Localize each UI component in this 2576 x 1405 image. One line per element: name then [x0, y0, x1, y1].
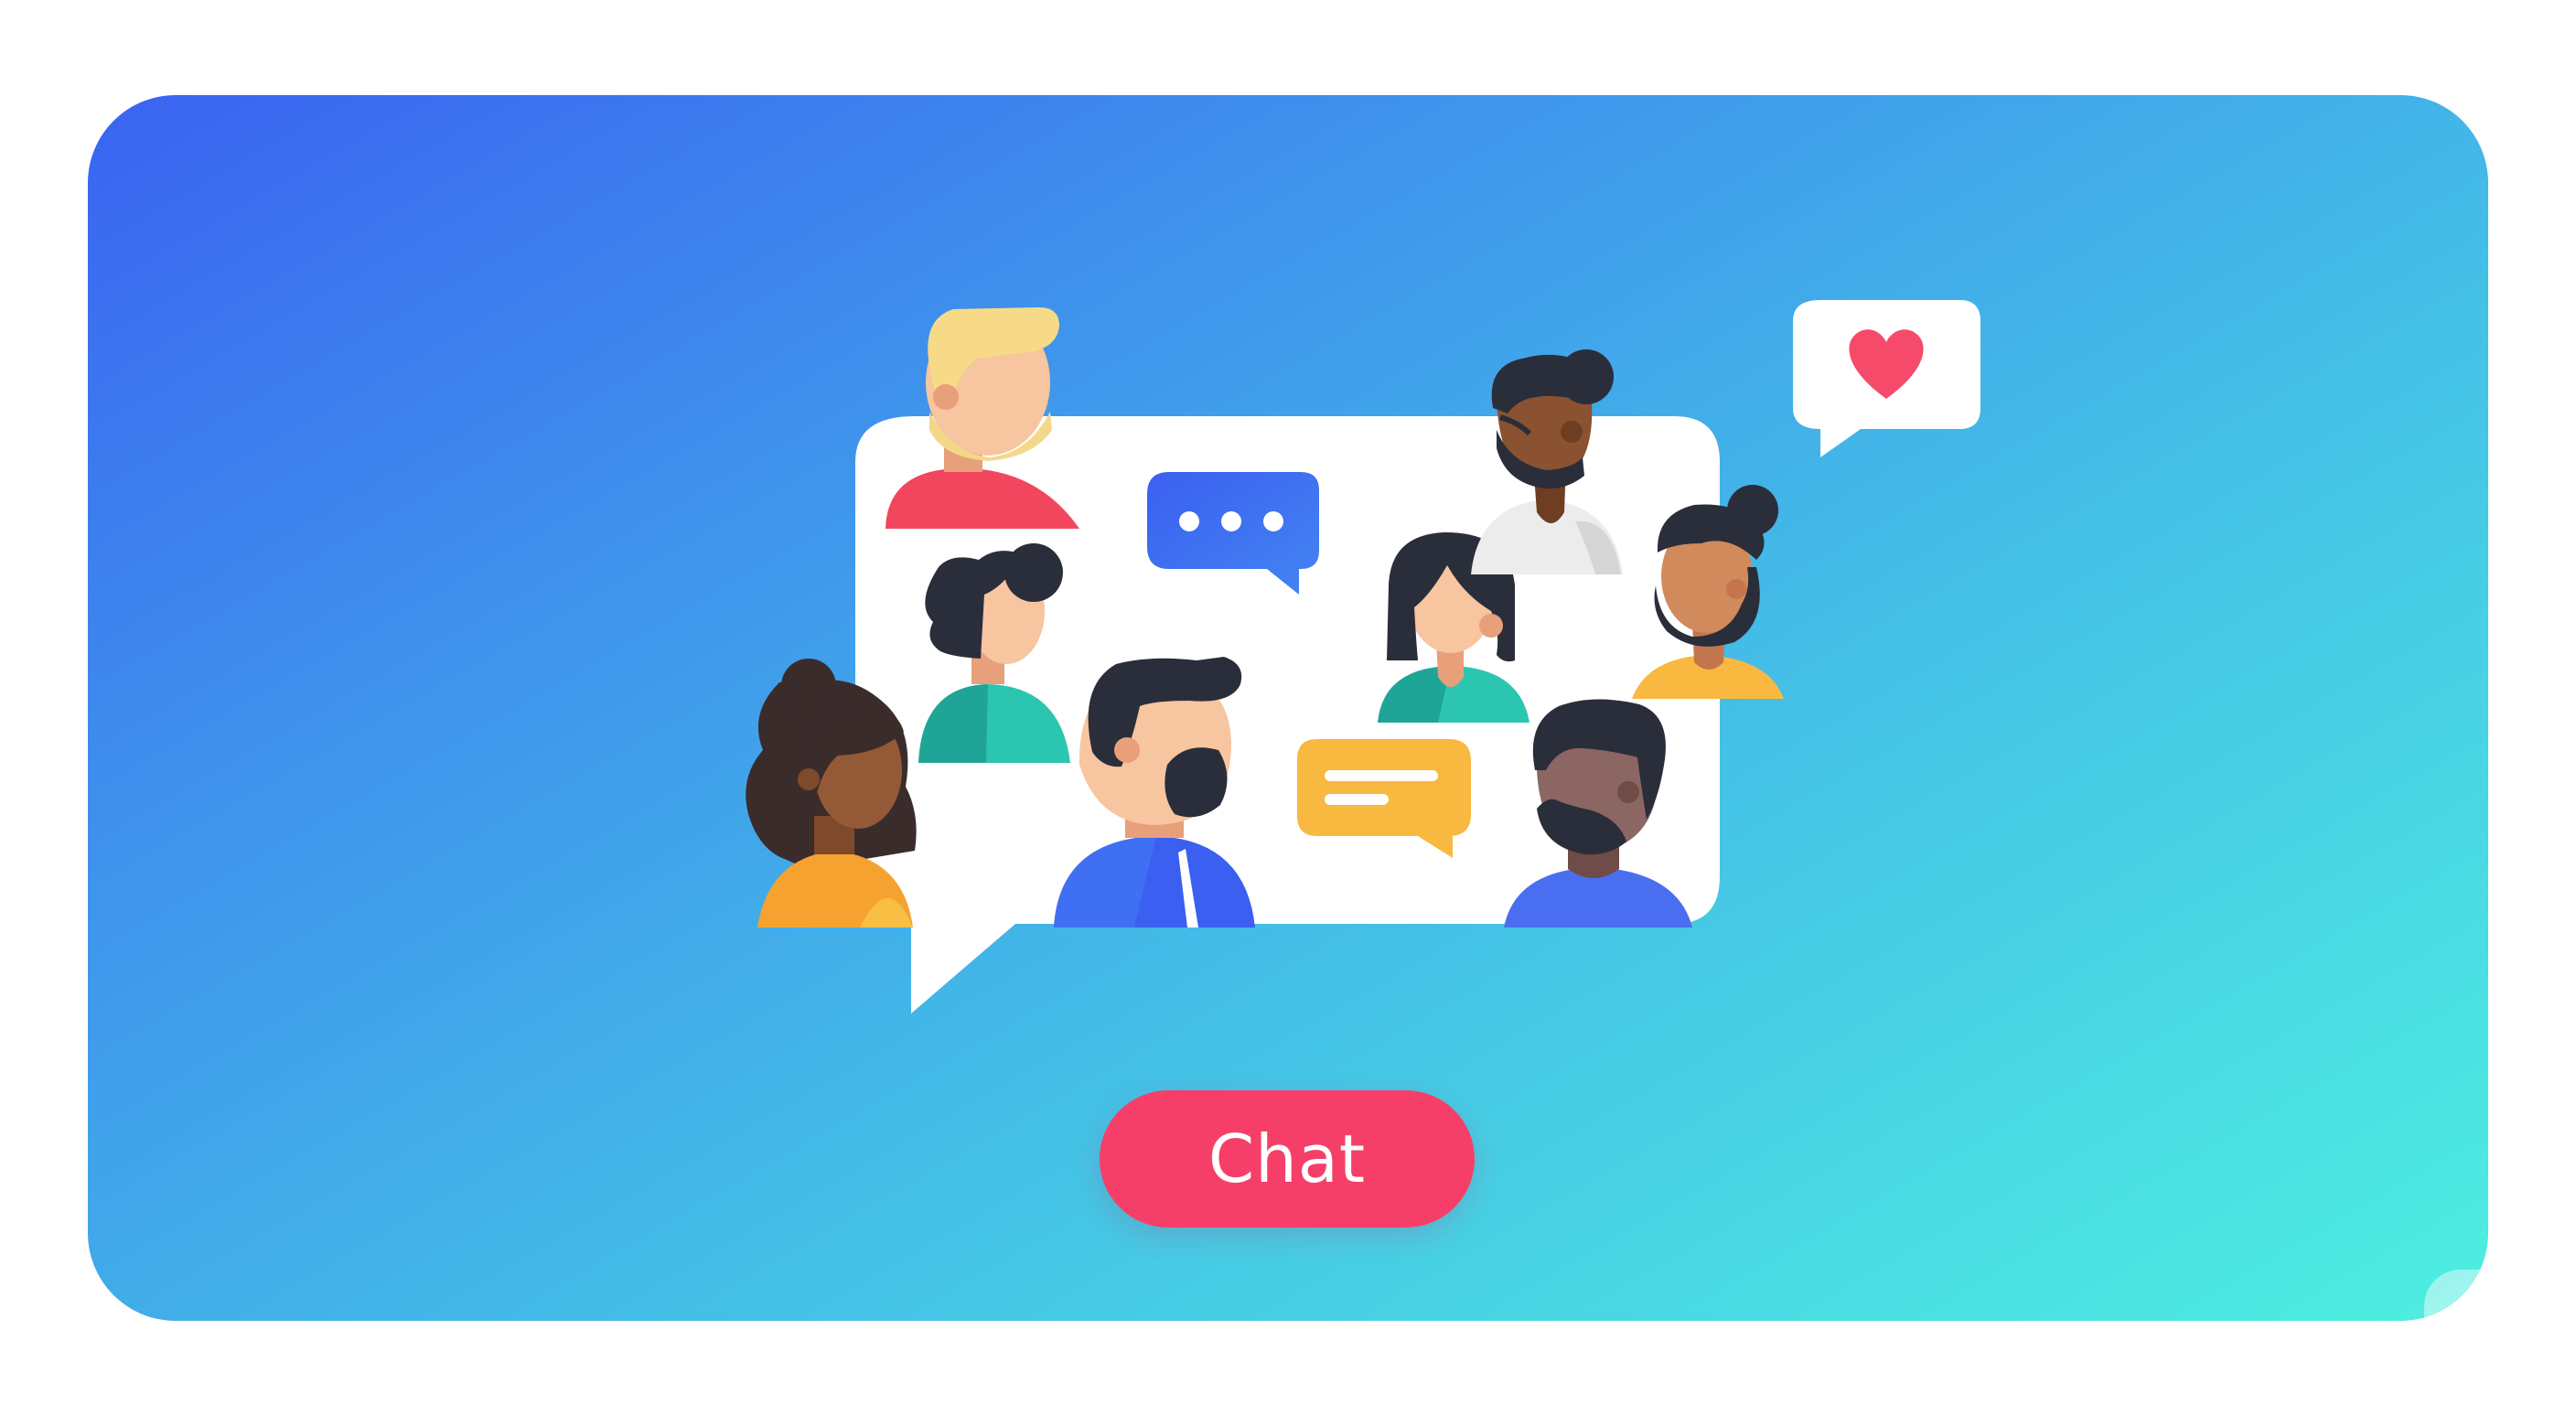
- chat-button[interactable]: Chat: [1100, 1090, 1475, 1228]
- heart-bubble-icon: [1793, 300, 1980, 457]
